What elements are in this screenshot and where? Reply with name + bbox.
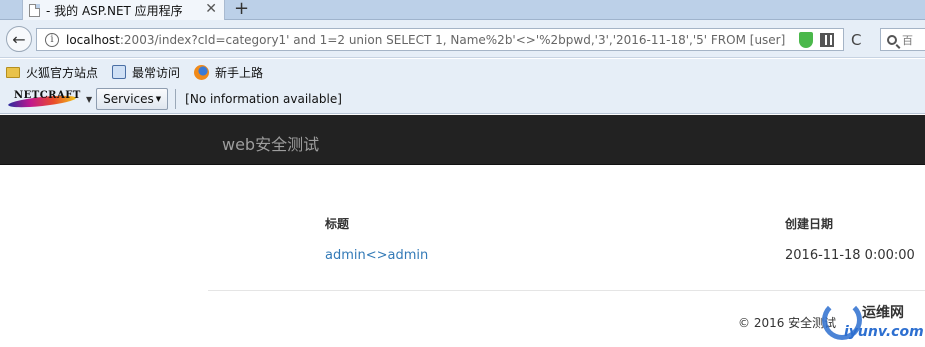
- tab-strip: - 我的 ASP.NET 应用程序 ✕ +: [0, 0, 925, 20]
- most-visited-icon: [112, 65, 127, 79]
- info-icon[interactable]: i: [45, 32, 59, 47]
- url-bar[interactable]: i localhost:2003/index?cId=category1' an…: [36, 28, 844, 51]
- back-button[interactable]: ←: [6, 26, 32, 52]
- netcraft-logo[interactable]: NETCRAFT: [7, 90, 81, 110]
- browser-tab[interactable]: - 我的 ASP.NET 应用程序 ✕: [22, 0, 225, 20]
- url-path: :2003/index?cId=category1' and 1=2 union…: [119, 32, 786, 47]
- qr-code-icon[interactable]: [820, 33, 834, 47]
- article-title-link[interactable]: admin<>admin: [325, 248, 428, 263]
- column-header-date: 创建日期: [785, 217, 834, 231]
- firefox-icon: [194, 64, 210, 80]
- watermark-logo: 运维网 iyunv.com: [822, 298, 925, 347]
- netcraft-info: [No information available]: [185, 92, 342, 106]
- url-host: localhost: [66, 32, 120, 47]
- site-brand-link[interactable]: web安全测试: [222, 131, 319, 155]
- article-date: 2016-11-18 0:00:00: [785, 248, 915, 263]
- url-text[interactable]: localhost:2003/index?cId=category1' and …: [66, 33, 786, 47]
- bookmark-most-visited[interactable]: 最常访问: [112, 64, 180, 81]
- bookmark-label: 新手上路: [215, 65, 264, 80]
- netcraft-logo-text: NETCRAFT: [14, 90, 81, 101]
- toolbar-divider: [175, 89, 177, 109]
- reload-button[interactable]: C: [851, 31, 861, 49]
- footer-divider: [208, 290, 925, 291]
- search-input[interactable]: 百: [880, 28, 925, 51]
- bookmark-getting-started[interactable]: 新手上路: [194, 64, 263, 81]
- bookmark-firefox-site[interactable]: 火狐官方站点: [6, 64, 98, 81]
- bookmark-label: 最常访问: [132, 65, 181, 80]
- watermark-top-text: 运维网: [862, 305, 904, 321]
- chevron-down-icon: ▼: [155, 95, 162, 103]
- navigation-toolbar: ← i localhost:2003/index?cId=category1' …: [0, 20, 925, 58]
- folder-icon: [6, 66, 20, 78]
- chevron-down-icon[interactable]: ▼: [86, 95, 92, 104]
- bookmarks-bar: 火狐官方站点 最常访问 新手上路: [0, 59, 925, 85]
- site-navbar: web安全测试: [0, 115, 925, 165]
- close-icon[interactable]: ✕: [205, 1, 217, 17]
- search-placeholder: 百: [902, 33, 913, 47]
- services-button[interactable]: Services ▼: [96, 88, 169, 110]
- new-tab-button[interactable]: +: [234, 0, 249, 19]
- column-header-title: 标题: [325, 217, 350, 231]
- netcraft-toolbar: NETCRAFT ▼ Services ▼ [No information ava…: [0, 85, 925, 114]
- bookmark-label: 火狐官方站点: [26, 65, 99, 80]
- services-label: Services: [103, 92, 154, 106]
- watermark-bottom-text: iyunv.com: [844, 324, 924, 340]
- shield-icon[interactable]: [799, 32, 813, 48]
- page-icon: [29, 3, 40, 17]
- tab-title: - 我的 ASP.NET 应用程序: [46, 3, 183, 18]
- search-icon: [887, 34, 897, 45]
